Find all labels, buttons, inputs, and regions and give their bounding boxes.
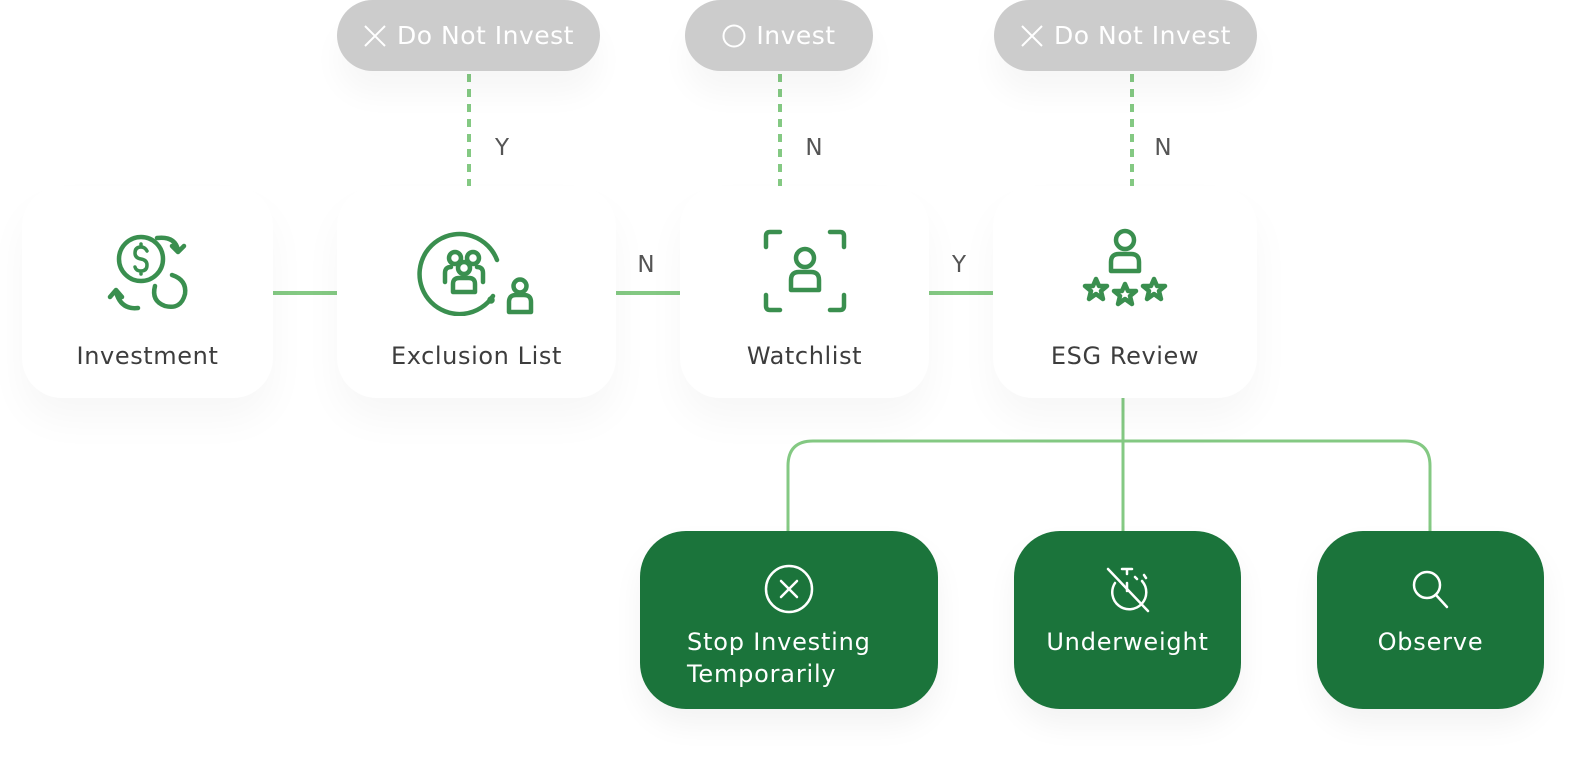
node-label: Watchlist [746,342,863,370]
edge-label-watchlist-esg: Y [951,252,967,278]
action-label: Underweight [1046,628,1209,656]
outcome-label: Do Not Invest [1054,21,1231,50]
connector-branch [786,439,1432,531]
x-circle-icon [764,564,814,614]
node-esg-review[interactable]: ESG Review [993,186,1257,398]
money-cycle-icon [107,234,187,311]
edge-label-exclusion-watchlist: N [637,252,655,278]
x-icon [364,24,386,47]
outcome-invest: Invest [685,0,873,71]
action-label: Observe [1377,628,1484,656]
group-exclusion-icon [416,231,533,316]
node-investment[interactable]: Investment [22,186,273,398]
user-focus-icon [763,229,846,313]
search-icon [1412,570,1448,609]
action-label-line-1: Stop Investing [687,628,871,656]
action-stop-investing[interactable]: Stop Investing Temporarily [640,531,938,709]
circle-icon [722,24,746,47]
outcome-label: Do Not Invest [397,21,574,50]
action-observe[interactable]: Observe [1317,531,1544,709]
edge-label-exclusion-yes: Y [494,135,510,161]
edge-label-esg-no: N [1154,135,1172,161]
node-watchlist[interactable]: Watchlist [680,186,929,398]
node-label: ESG Review [1050,342,1200,370]
outcome-label: Invest [756,21,836,50]
outcome-do-not-invest-2: Do Not Invest [994,0,1257,71]
outcome-do-not-invest-1: Do Not Invest [337,0,600,71]
action-underweight[interactable]: Underweight [1014,531,1241,709]
node-label: Exclusion List [390,342,563,370]
node-exclusion-list[interactable]: Exclusion List [337,186,616,398]
node-label: Investment [76,342,219,370]
stopwatch-off-icon [1106,567,1149,613]
action-label: Stop Investing Temporarily [640,626,938,690]
edge-label-watchlist-no: N [805,135,823,161]
x-icon [1021,24,1043,47]
user-rating-icon [1082,228,1168,307]
action-label-line-2: Temporarily [687,660,837,688]
